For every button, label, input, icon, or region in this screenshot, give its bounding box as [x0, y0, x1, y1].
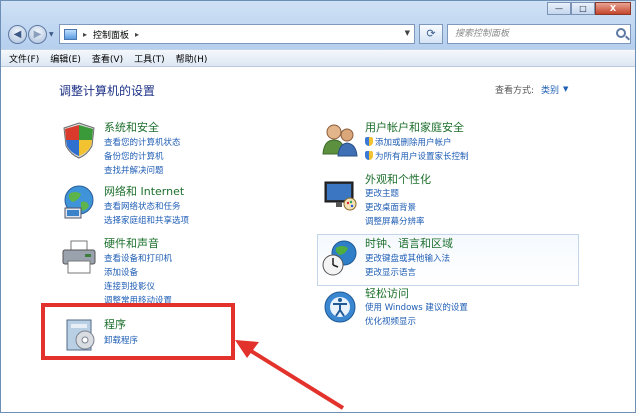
- link-change-theme[interactable]: 更改主题: [365, 187, 399, 199]
- link-add-remove-accounts-label[interactable]: 添加或删除用户帐户: [375, 138, 452, 148]
- link-parental-controls-label[interactable]: 为所有用户设置家长控制: [375, 152, 469, 162]
- view-by-value[interactable]: 类别: [541, 83, 559, 96]
- annotation-arrow-icon: [235, 340, 345, 410]
- category-title-network[interactable]: 网络和 Internet: [104, 183, 184, 199]
- link-view-computer-status[interactable]: 查看您的计算机状态: [104, 136, 181, 148]
- category-title-hardware-sound[interactable]: 硬件和声音: [104, 235, 159, 251]
- monitor-palette-icon[interactable]: [320, 174, 360, 214]
- link-parental-controls[interactable]: 为所有用户设置家长控制: [365, 150, 469, 162]
- breadcrumb-arrow-icon[interactable]: ▸: [135, 30, 139, 39]
- link-backup-computer[interactable]: 备份您的计算机: [104, 150, 164, 162]
- address-bar[interactable]: ▸ 控制面板 ▸ ▼: [59, 24, 415, 44]
- link-network-status[interactable]: 查看网络状态和任务: [104, 200, 181, 212]
- address-separator[interactable]: ▸: [83, 30, 87, 39]
- search-input[interactable]: 搜索控制面板: [447, 24, 631, 44]
- breadcrumb-control-panel[interactable]: 控制面板: [93, 28, 129, 41]
- category-title-user-accounts[interactable]: 用户帐户和家庭安全: [365, 119, 464, 135]
- uac-shield-icon: [365, 151, 373, 160]
- printer-icon[interactable]: [59, 237, 99, 277]
- back-button[interactable]: ◀: [8, 25, 27, 44]
- search-icon[interactable]: [616, 28, 626, 38]
- view-by-dropdown-icon[interactable]: ▼: [563, 85, 568, 93]
- menu-edit[interactable]: 编辑(E): [50, 52, 81, 65]
- category-title-clock-language[interactable]: 时钟、语言和区域: [365, 235, 453, 251]
- link-adjust-resolution[interactable]: 调整屏幕分辨率: [365, 215, 425, 227]
- globe-network-icon[interactable]: [59, 182, 99, 222]
- category-title-appearance[interactable]: 外观和个性化: [365, 171, 431, 187]
- menu-file[interactable]: 文件(F): [9, 52, 39, 65]
- forward-button[interactable]: ▶: [28, 25, 47, 44]
- page-title: 调整计算机的设置: [59, 84, 156, 98]
- minimize-button[interactable]: —: [547, 2, 571, 15]
- highlight-box: [41, 303, 235, 360]
- link-recommended-settings[interactable]: 使用 Windows 建议的设置: [365, 301, 468, 313]
- link-connect-projector[interactable]: 连接到投影仪: [104, 280, 155, 292]
- ease-of-access-icon[interactable]: [320, 287, 360, 327]
- history-dropdown-icon[interactable]: ▼: [49, 31, 54, 38]
- link-find-fix-problems[interactable]: 查找并解决问题: [104, 164, 164, 176]
- clock-globe-icon[interactable]: [320, 238, 360, 278]
- menu-bar: 文件(F) 编辑(E) 查看(V) 工具(T) 帮助(H): [1, 49, 635, 67]
- users-icon[interactable]: [320, 120, 360, 160]
- link-change-display-language[interactable]: 更改显示语言: [365, 266, 416, 278]
- control-panel-icon: [64, 28, 77, 40]
- category-title-ease-of-access[interactable]: 轻松访问: [365, 285, 409, 301]
- link-change-keyboard-input[interactable]: 更改键盘或其他输入法: [365, 252, 450, 264]
- link-add-device[interactable]: 添加设备: [104, 266, 138, 278]
- view-by-label: 查看方式:: [495, 86, 535, 96]
- control-panel-window: — □ X ◀ ▶ ▼ ▸ 控制面板 ▸ ▼ ⟳ 搜索控制面板 文件(F) 编辑…: [0, 0, 636, 413]
- link-optimize-display[interactable]: 优化视频显示: [365, 315, 416, 327]
- shield-icon[interactable]: [59, 120, 99, 160]
- search-placeholder: 搜索控制面板: [455, 29, 510, 39]
- address-dropdown-icon[interactable]: ▼: [405, 29, 410, 37]
- link-add-remove-accounts[interactable]: 添加或删除用户帐户: [365, 136, 452, 148]
- menu-view[interactable]: 查看(V): [92, 52, 123, 65]
- title-bar: — □ X ◀ ▶ ▼ ▸ 控制面板 ▸ ▼ ⟳ 搜索控制面板: [1, 1, 635, 49]
- link-change-desktop-background[interactable]: 更改桌面背景: [365, 201, 416, 213]
- window-buttons: — □ X: [547, 2, 631, 15]
- maximize-button[interactable]: □: [571, 2, 595, 15]
- link-devices-printers[interactable]: 查看设备和打印机: [104, 252, 172, 264]
- menu-tools[interactable]: 工具(T): [134, 52, 165, 65]
- uac-shield-icon: [365, 137, 373, 146]
- menu-help[interactable]: 帮助(H): [176, 52, 208, 65]
- category-title-system-security[interactable]: 系统和安全: [104, 119, 159, 135]
- link-homegroup-sharing[interactable]: 选择家庭组和共享选项: [104, 214, 189, 226]
- refresh-button[interactable]: ⟳: [419, 24, 443, 44]
- close-button[interactable]: X: [595, 2, 631, 15]
